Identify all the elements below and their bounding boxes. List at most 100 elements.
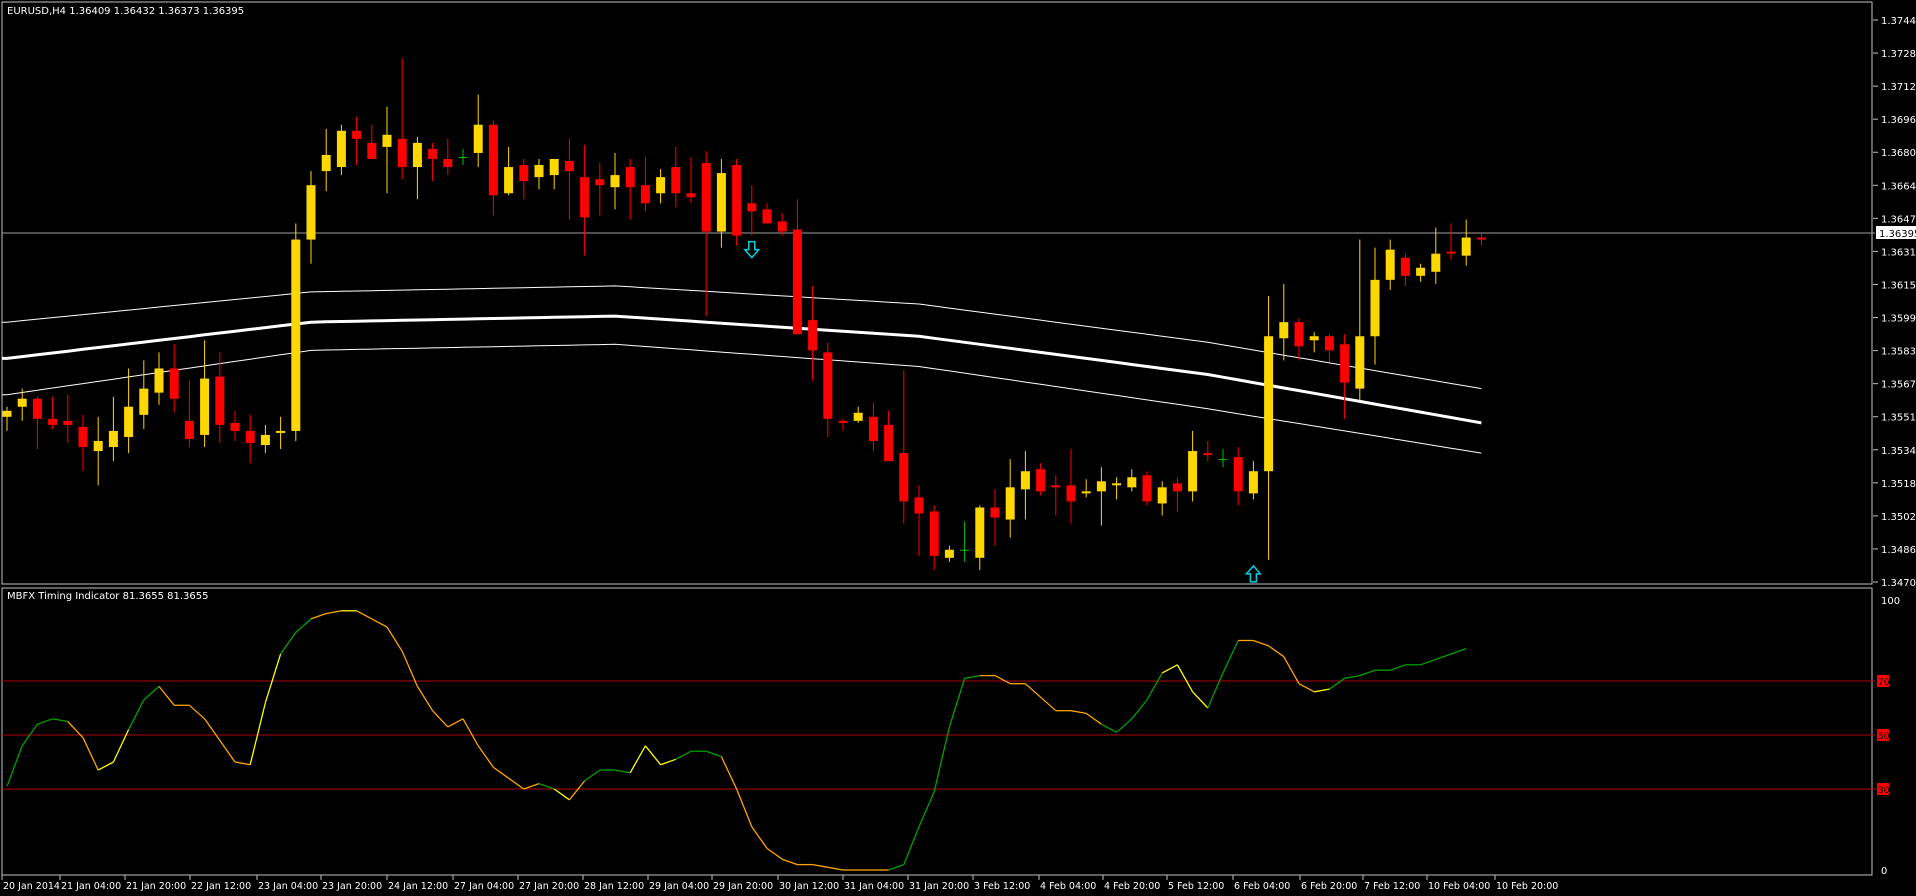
candle[interactable] bbox=[960, 521, 970, 562]
candle[interactable] bbox=[580, 144, 590, 256]
candle[interactable] bbox=[1248, 461, 1258, 500]
candle[interactable] bbox=[792, 199, 802, 335]
candle[interactable] bbox=[1096, 467, 1106, 526]
candle[interactable] bbox=[1340, 334, 1350, 419]
candle[interactable] bbox=[1172, 477, 1182, 512]
candle[interactable] bbox=[245, 414, 255, 464]
candle[interactable] bbox=[336, 124, 346, 176]
candle[interactable] bbox=[276, 416, 286, 450]
candle[interactable] bbox=[32, 396, 42, 450]
candle[interactable] bbox=[1020, 451, 1030, 520]
candle[interactable] bbox=[777, 213, 787, 236]
candle[interactable] bbox=[1233, 447, 1243, 506]
candle[interactable] bbox=[1279, 283, 1289, 361]
candle[interactable] bbox=[975, 505, 985, 570]
time-axis-label: 4 Feb 04:00 bbox=[1040, 881, 1096, 892]
candle[interactable] bbox=[352, 116, 362, 166]
candle[interactable] bbox=[184, 380, 194, 448]
candle[interactable] bbox=[625, 158, 635, 220]
candle[interactable] bbox=[154, 352, 164, 405]
candle[interactable] bbox=[1005, 459, 1015, 538]
candle[interactable] bbox=[1461, 219, 1471, 266]
candle[interactable] bbox=[2, 406, 12, 431]
candle[interactable] bbox=[93, 416, 103, 486]
candle[interactable] bbox=[884, 410, 894, 462]
candle[interactable] bbox=[1264, 295, 1274, 560]
candle[interactable] bbox=[124, 368, 134, 454]
candle[interactable] bbox=[868, 402, 878, 452]
candle[interactable] bbox=[990, 489, 1000, 546]
candle[interactable] bbox=[1400, 253, 1410, 286]
candle[interactable] bbox=[914, 485, 924, 556]
candle[interactable] bbox=[1446, 223, 1456, 260]
candle[interactable] bbox=[1066, 449, 1076, 524]
candle[interactable] bbox=[762, 203, 772, 224]
candle[interactable] bbox=[428, 142, 438, 182]
candle[interactable] bbox=[1112, 477, 1122, 500]
candle[interactable] bbox=[367, 124, 377, 159]
candle[interactable] bbox=[808, 285, 818, 381]
candle[interactable] bbox=[1431, 227, 1441, 284]
candle[interactable] bbox=[321, 128, 331, 192]
candle[interactable] bbox=[200, 340, 210, 448]
candle[interactable] bbox=[306, 171, 316, 264]
candle[interactable] bbox=[473, 94, 483, 168]
indicator-pane[interactable] bbox=[2, 610, 1875, 871]
candle[interactable] bbox=[853, 406, 863, 423]
candle[interactable] bbox=[1294, 318, 1304, 361]
candle[interactable] bbox=[1476, 233, 1486, 246]
candle[interactable] bbox=[1203, 440, 1213, 462]
candle[interactable] bbox=[1324, 334, 1334, 363]
candle[interactable] bbox=[640, 156, 650, 212]
candle[interactable] bbox=[899, 370, 909, 524]
candle[interactable] bbox=[108, 396, 118, 462]
candle[interactable] bbox=[1188, 430, 1198, 502]
candle[interactable] bbox=[443, 138, 453, 176]
candle[interactable] bbox=[686, 156, 696, 204]
candle[interactable] bbox=[564, 138, 574, 220]
candle[interactable] bbox=[1051, 475, 1061, 516]
candle[interactable] bbox=[929, 505, 939, 570]
candle[interactable] bbox=[291, 223, 301, 441]
candle[interactable] bbox=[215, 352, 225, 444]
candle[interactable] bbox=[397, 58, 407, 180]
candle[interactable] bbox=[1127, 469, 1137, 492]
candle[interactable] bbox=[944, 545, 954, 562]
candle[interactable] bbox=[1355, 239, 1365, 401]
candle[interactable] bbox=[63, 394, 73, 444]
candle[interactable] bbox=[656, 169, 666, 204]
candle[interactable] bbox=[169, 344, 179, 413]
candle[interactable] bbox=[747, 185, 757, 236]
candle[interactable] bbox=[458, 148, 468, 166]
candle[interactable] bbox=[732, 158, 742, 246]
candle[interactable] bbox=[412, 136, 422, 200]
candle[interactable] bbox=[488, 120, 498, 216]
price-pane[interactable] bbox=[2, 58, 1875, 583]
candle[interactable] bbox=[382, 106, 392, 194]
candle[interactable] bbox=[78, 414, 88, 472]
candle[interactable] bbox=[1036, 463, 1046, 496]
candle[interactable] bbox=[1309, 332, 1319, 353]
candle[interactable] bbox=[1385, 239, 1395, 290]
candle[interactable] bbox=[1157, 481, 1167, 516]
candle[interactable] bbox=[595, 163, 605, 216]
candle[interactable] bbox=[519, 158, 529, 200]
candle[interactable] bbox=[1416, 263, 1426, 282]
candle[interactable] bbox=[48, 396, 58, 429]
chart-canvas[interactable]: 1.37445 1.37285 1.37120 1.36960 1.36800 1.366… bbox=[0, 0, 1916, 896]
candle[interactable] bbox=[823, 342, 833, 437]
candle[interactable] bbox=[1370, 247, 1380, 365]
candle[interactable] bbox=[716, 158, 726, 248]
candle[interactable] bbox=[139, 360, 149, 429]
candle[interactable] bbox=[838, 418, 848, 431]
candle[interactable] bbox=[260, 424, 270, 454]
candle[interactable] bbox=[230, 410, 240, 441]
candle[interactable] bbox=[504, 146, 514, 196]
candle[interactable] bbox=[671, 146, 681, 208]
candle[interactable] bbox=[610, 152, 620, 210]
candle[interactable] bbox=[1218, 449, 1228, 468]
candle[interactable] bbox=[1081, 479, 1091, 498]
candle[interactable] bbox=[534, 158, 544, 190]
candle[interactable] bbox=[1142, 471, 1152, 506]
candle[interactable] bbox=[549, 158, 559, 190]
